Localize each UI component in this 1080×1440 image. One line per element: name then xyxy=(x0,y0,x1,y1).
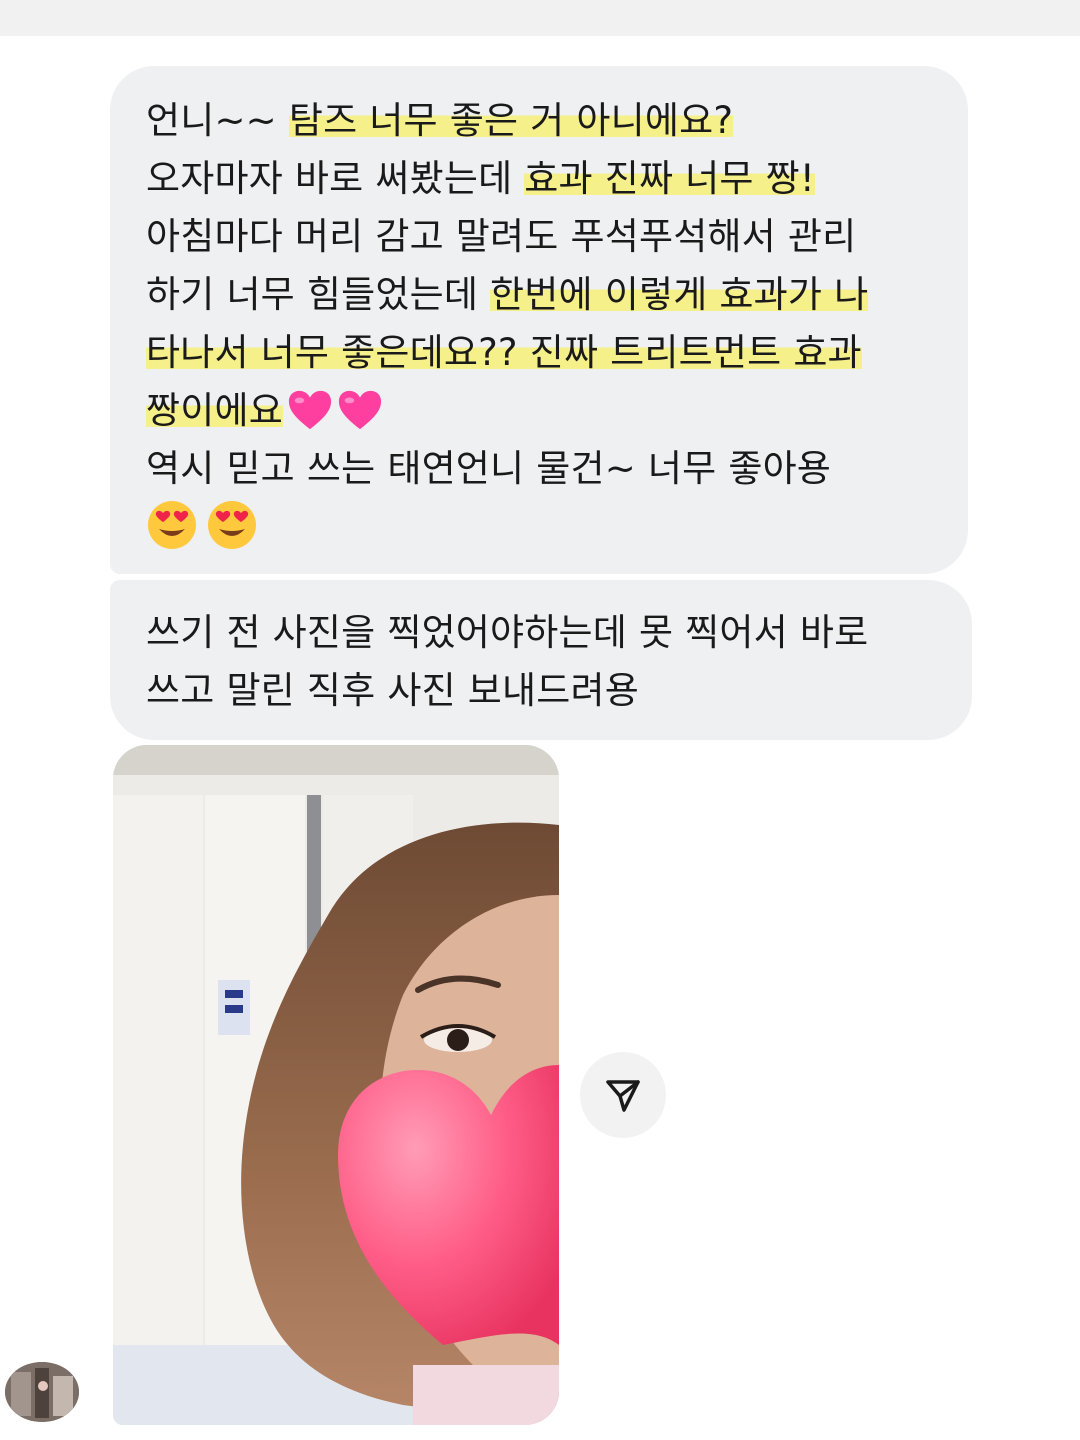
text-highlight: 한번에 이렇게 효과가 나 xyxy=(490,273,869,316)
pink-heart-icon xyxy=(338,390,382,430)
message-line-7: 역시 믿고 쓰는 태연언니 물건~ 너무 좋아용 xyxy=(146,440,938,498)
message-line-1: 언니~~ 탐즈 너무 좋은 거 아니에요? xyxy=(146,92,938,150)
message2-line-1: 쓰기 전 사진을 찍었어야하는데 못 찍어서 바로 xyxy=(146,611,869,654)
heart-eyes-face-icon xyxy=(208,501,256,549)
message-line-6: 짱이에요 xyxy=(146,382,938,440)
selfie-image xyxy=(113,745,559,1425)
text-plain: 하기 너무 힘들었는데 xyxy=(146,273,491,316)
text-highlight: 짱이에요 xyxy=(146,389,283,432)
heart-eyes-face-icon xyxy=(148,501,196,549)
message-bubble-1[interactable]: 언니~~ 탐즈 너무 좋은 거 아니에요? 오자마자 바로 써봤는데 효과 진짜… xyxy=(110,66,968,574)
text-highlight: 효과 진짜 너무 짱! xyxy=(524,157,815,200)
message-line-4: 하기 너무 힘들었는데 한번에 이렇게 효과가 나 xyxy=(146,266,938,324)
text-plain: 아침마다 머리 감고 말려도 푸석푸석해서 관리 xyxy=(146,215,857,258)
share-button[interactable] xyxy=(580,1052,666,1138)
paper-plane-icon xyxy=(606,1080,640,1112)
pink-heart-icon xyxy=(288,390,332,430)
message-line-5: 타나서 너무 좋은데요?? 진짜 트리트먼트 효과 xyxy=(146,324,938,382)
message-bubble-2[interactable]: 쓰기 전 사진을 찍었어야하는데 못 찍어서 바로 쓰고 말린 직후 사진 보내… xyxy=(110,580,972,740)
message2-line-2: 쓰고 말린 직후 사진 보내드려용 xyxy=(146,669,639,712)
message-line-8 xyxy=(146,498,938,560)
avatar[interactable] xyxy=(5,1362,79,1422)
message-line-3: 아침마다 머리 감고 말려도 푸석푸석해서 관리 xyxy=(146,208,938,266)
top-bar xyxy=(0,0,1080,36)
text-plain: 역시 믿고 쓰는 태연언니 물건~ 너무 좋아용 xyxy=(146,447,832,490)
avatar-image xyxy=(5,1362,79,1422)
message-line-2: 오자마자 바로 써봤는데 효과 진짜 너무 짱! xyxy=(146,150,938,208)
text-highlight: 타나서 너무 좋은데요?? 진짜 트리트먼트 효과 xyxy=(146,331,862,374)
text-plain: 오자마자 바로 써봤는데 xyxy=(146,157,525,200)
photo-message[interactable] xyxy=(113,745,559,1425)
text-highlight: 탐즈 너무 좋은 거 아니에요? xyxy=(288,99,734,142)
text-plain: 언니~~ xyxy=(146,99,289,142)
